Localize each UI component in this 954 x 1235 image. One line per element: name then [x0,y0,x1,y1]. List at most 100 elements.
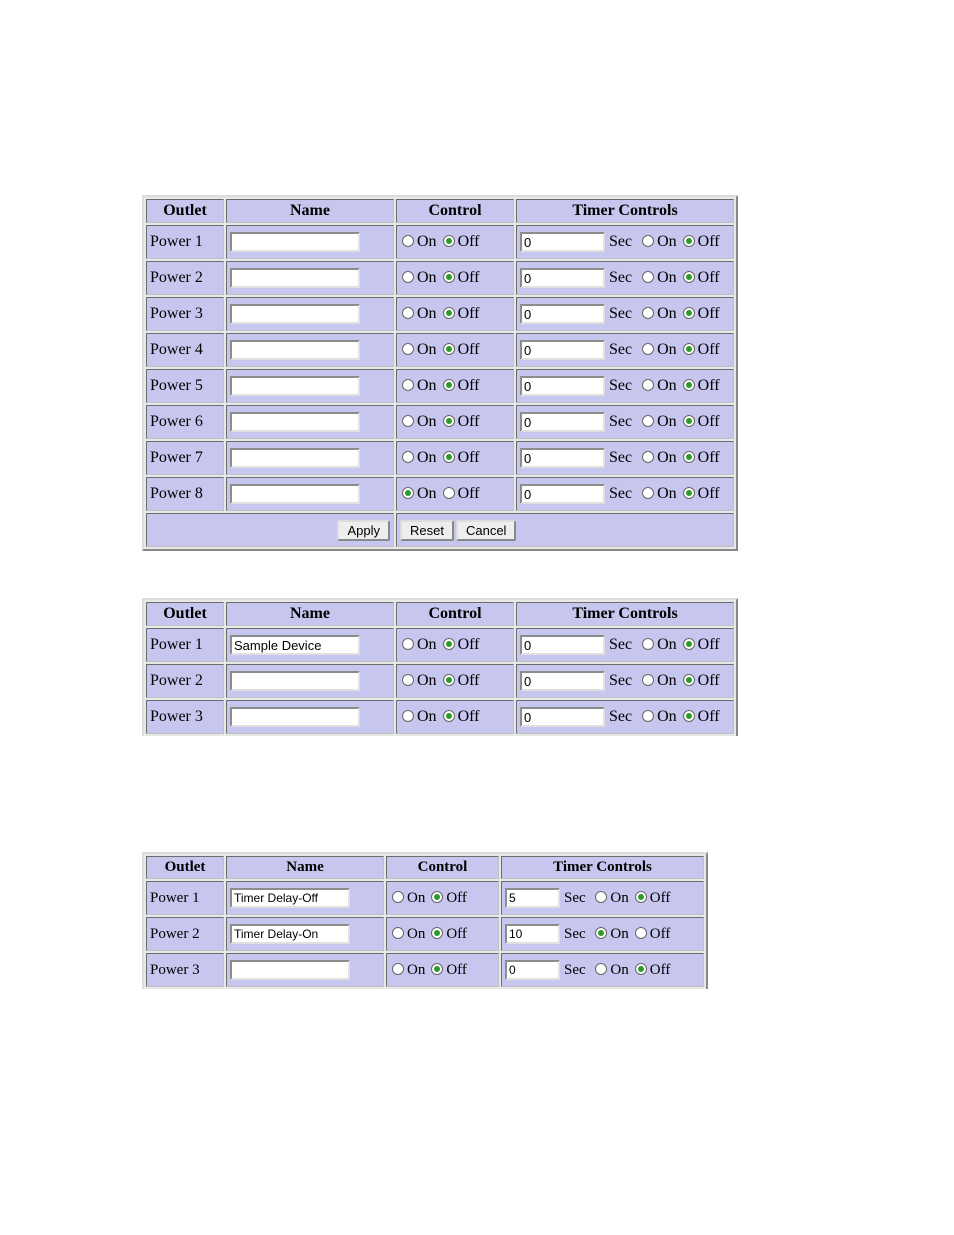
timer-off-radio[interactable] [635,927,647,939]
name-input[interactable] [230,707,360,727]
timer-off-radio[interactable] [683,415,695,427]
timer-on-radio[interactable] [642,451,654,463]
control-off-radio[interactable] [443,343,455,355]
timer-off-radio[interactable] [635,963,647,975]
control-on-radio[interactable] [402,487,414,499]
timer-input[interactable] [505,960,560,980]
control-on-radio[interactable] [402,343,414,355]
timer-on-radio[interactable] [642,710,654,722]
timer-on-radio[interactable] [595,927,607,939]
timer-input[interactable] [520,635,605,655]
control-off-radio[interactable] [443,307,455,319]
timer-off-radio[interactable] [683,451,695,463]
control-on-radio[interactable] [402,415,414,427]
timer-on-radio[interactable] [642,674,654,686]
control-cell: OnOff [396,225,514,259]
control-off-radio[interactable] [443,674,455,686]
control-on-radio[interactable] [392,891,404,903]
timer-input[interactable] [520,412,605,432]
timer-on-radio[interactable] [642,415,654,427]
control-on-label: On [417,636,437,653]
control-on-label: On [417,377,437,394]
timer-input[interactable] [520,304,605,324]
timer-input[interactable] [505,924,560,944]
timer-input[interactable] [520,268,605,288]
control-on-radio[interactable] [402,307,414,319]
name-input[interactable] [230,268,360,288]
timer-on-radio[interactable] [642,487,654,499]
timer-off-radio[interactable] [683,271,695,283]
control-off-radio[interactable] [443,451,455,463]
name-input[interactable] [230,888,350,908]
table-row: Power 3OnOffSec OnOff [146,297,734,331]
timer-off-radio[interactable] [683,307,695,319]
timer-off-label: Off [698,377,720,394]
control-off-radio[interactable] [431,927,443,939]
control-off-radio[interactable] [431,963,443,975]
sec-label: Sec [609,269,632,286]
timer-input[interactable] [520,340,605,360]
timer-off-radio[interactable] [683,379,695,391]
timer-off-radio[interactable] [683,343,695,355]
timer-on-radio[interactable] [642,638,654,650]
name-input[interactable] [230,960,350,980]
control-on-radio[interactable] [392,963,404,975]
control-off-radio[interactable] [431,891,443,903]
control-on-radio[interactable] [392,927,404,939]
reset-button[interactable]: Reset [400,520,454,541]
name-input[interactable] [230,376,360,396]
control-off-radio[interactable] [443,415,455,427]
timer-off-radio[interactable] [683,235,695,247]
apply-button[interactable]: Apply [337,520,390,541]
control-on-radio[interactable] [402,451,414,463]
timer-input[interactable] [505,888,560,908]
control-on-radio[interactable] [402,379,414,391]
timer-input[interactable] [520,232,605,252]
header-control: Control [386,856,499,879]
control-on-radio[interactable] [402,235,414,247]
timer-off-radio[interactable] [683,487,695,499]
name-input[interactable] [230,448,360,468]
name-input[interactable] [230,412,360,432]
outlet-cell: Power 1 [146,225,224,259]
control-off-radio[interactable] [443,379,455,391]
timer-off-radio[interactable] [683,638,695,650]
control-off-radio[interactable] [443,638,455,650]
control-on-radio[interactable] [402,674,414,686]
name-input[interactable] [230,484,360,504]
control-off-radio[interactable] [443,487,455,499]
timer-on-radio[interactable] [642,343,654,355]
timer-on-radio[interactable] [642,379,654,391]
timer-input[interactable] [520,448,605,468]
control-on-radio[interactable] [402,710,414,722]
timer-on-radio[interactable] [595,891,607,903]
control-off-radio[interactable] [443,710,455,722]
timer-on-radio[interactable] [595,963,607,975]
timer-on-radio[interactable] [642,271,654,283]
timer-off-radio[interactable] [683,674,695,686]
timer-input[interactable] [520,671,605,691]
name-input[interactable] [230,304,360,324]
button-row: Apply ResetCancel [146,513,734,547]
control-off-radio[interactable] [443,235,455,247]
cancel-button[interactable]: Cancel [456,520,516,541]
name-input[interactable] [230,924,350,944]
name-input[interactable] [230,340,360,360]
name-input[interactable] [230,635,360,655]
timer-input[interactable] [520,484,605,504]
name-cell [226,405,394,439]
control-on-radio[interactable] [402,638,414,650]
timer-off-radio[interactable] [635,891,647,903]
timer-on-radio[interactable] [642,307,654,319]
timer-off-label: Off [698,233,720,250]
name-cell [226,225,394,259]
name-input[interactable] [230,232,360,252]
timer-on-radio[interactable] [642,235,654,247]
control-on-radio[interactable] [402,271,414,283]
timer-input[interactable] [520,707,605,727]
timer-input[interactable] [520,376,605,396]
name-input[interactable] [230,671,360,691]
timer-off-radio[interactable] [683,710,695,722]
timer-cell: Sec OnOff [501,917,704,951]
control-off-radio[interactable] [443,271,455,283]
